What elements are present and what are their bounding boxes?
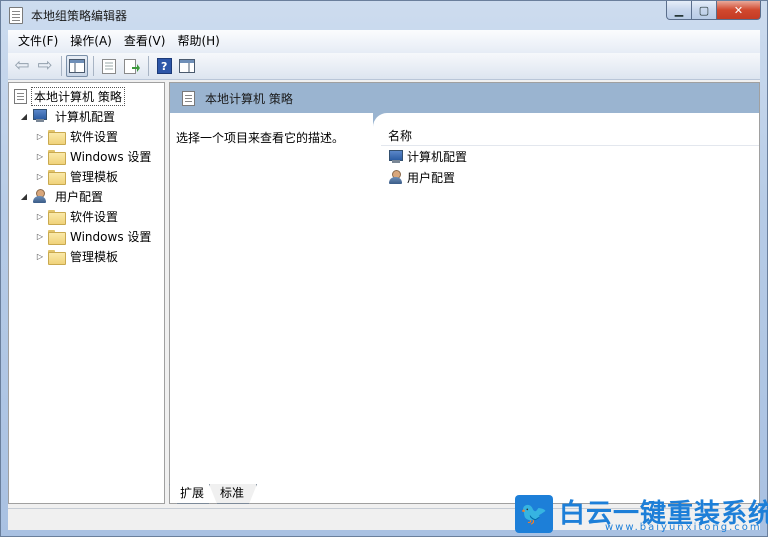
folder-icon (48, 169, 66, 185)
watermark: 🐦 白云一键重装系统 www.baiyunxitong.com (515, 495, 768, 535)
list-item-label: 用户配置 (407, 171, 456, 185)
export-list-icon (124, 58, 140, 74)
forward-arrow-icon: ⇨ (37, 55, 53, 76)
tree-node-admin-templates[interactable]: ▷ 管理模板 (35, 167, 120, 185)
title-bar[interactable]: 本地组策略编辑器 ▁ ▢ ✕ (1, 1, 767, 30)
computer-icon (32, 109, 49, 123)
help-button[interactable]: ? (153, 55, 175, 77)
tree-node-software-settings[interactable]: ▷ 软件设置 (35, 127, 120, 145)
tree-node-label: 用户配置 (55, 189, 104, 204)
toolbar-separator (61, 56, 62, 76)
toolbar-separator (93, 56, 94, 76)
menu-bar: 文件(F) 操作(A) 查看(V) 帮助(H) (8, 30, 760, 53)
tree-node-label: 计算机配置 (55, 109, 116, 124)
policy-document-icon (14, 88, 27, 104)
show-hide-console-tree-button[interactable] (66, 55, 88, 77)
view-tabs: 扩展 标准 (169, 484, 257, 506)
folder-icon (48, 229, 66, 245)
user-icon (32, 188, 49, 204)
description-text: 选择一个项目来查看它的描述。 (176, 131, 345, 145)
expand-triangle-icon[interactable]: ▷ (35, 212, 45, 221)
list-item[interactable]: 用户配置 (381, 167, 759, 188)
window-title: 本地组策略编辑器 (31, 9, 128, 23)
maximize-button[interactable]: ▢ (692, 1, 717, 20)
app-window: 本地组策略编辑器 ▁ ▢ ✕ 文件(F) 操作(A) 查看(V) 帮助(H) ⇦… (0, 0, 768, 537)
expand-triangle-icon[interactable]: ▷ (35, 252, 45, 261)
collapse-triangle-icon[interactable]: ◢ (19, 112, 29, 121)
minimize-button[interactable]: ▁ (666, 1, 692, 20)
back-arrow-icon: ⇦ (14, 55, 30, 76)
bird-logo-icon: 🐦 (515, 495, 553, 533)
collapse-triangle-icon[interactable]: ◢ (19, 192, 29, 201)
folder-icon (48, 129, 66, 145)
forward-button[interactable]: ⇨ (34, 55, 56, 77)
toolbar-separator (148, 56, 149, 76)
tree-node-label: Windows 设置 (70, 149, 152, 164)
properties-icon (102, 58, 116, 74)
result-pane-title: 本地计算机 策略 (205, 91, 293, 106)
tree-node-windows-settings[interactable]: ▷ Windows 设置 (35, 227, 153, 245)
tab-extended[interactable]: 扩展 (169, 484, 217, 504)
list-item-label: 计算机配置 (407, 150, 468, 164)
tree-node-admin-templates[interactable]: ▷ 管理模板 (35, 247, 120, 265)
tree-node-windows-settings[interactable]: ▷ Windows 设置 (35, 147, 153, 165)
caption-buttons: ▁ ▢ ✕ (666, 1, 761, 21)
svg-text:?: ? (161, 60, 167, 73)
expand-triangle-icon[interactable]: ▷ (35, 172, 45, 181)
menu-view[interactable]: 查看(V) (118, 30, 172, 53)
policy-document-icon (9, 7, 23, 24)
tree-node-software-settings[interactable]: ▷ 软件设置 (35, 207, 120, 225)
result-pane-header: 本地计算机 策略 (170, 83, 759, 113)
list-item[interactable]: 计算机配置 (381, 146, 759, 167)
tree-node-label: 软件设置 (70, 129, 119, 144)
tree-node-root[interactable]: 本地计算机 策略 (11, 86, 125, 106)
help-book-icon: ? (156, 58, 172, 74)
console-tree-icon (69, 59, 85, 73)
folder-icon (48, 149, 66, 165)
folder-icon (48, 249, 66, 265)
export-list-button[interactable] (121, 55, 143, 77)
tree-node-label: Windows 设置 (70, 229, 152, 244)
item-list: 名称 计算机配置 用户配置 (381, 125, 759, 188)
user-icon (388, 170, 405, 185)
tree-node-label: 本地计算机 策略 (31, 86, 125, 106)
client-area: 文件(F) 操作(A) 查看(V) 帮助(H) ⇦ ⇨ ? 本地计算机 策略 ◢… (8, 30, 760, 530)
toolbar: ⇦ ⇨ ? (8, 53, 760, 80)
expand-triangle-icon[interactable]: ▷ (35, 232, 45, 241)
tree-node-label: 管理模板 (70, 249, 119, 264)
menu-file[interactable]: 文件(F) (12, 30, 64, 53)
policy-document-icon (182, 90, 195, 106)
back-button[interactable]: ⇦ (11, 55, 33, 77)
expand-triangle-icon[interactable]: ▷ (35, 152, 45, 161)
tree-node-label: 管理模板 (70, 169, 119, 184)
tree-node-computer-config[interactable]: ◢ 计算机配置 (19, 107, 117, 125)
expand-triangle-icon[interactable]: ▷ (35, 132, 45, 141)
computer-icon (388, 149, 405, 164)
column-header-name[interactable]: 名称 (381, 125, 759, 146)
action-pane-icon (179, 59, 195, 73)
folder-icon (48, 209, 66, 225)
tree-node-user-config[interactable]: ◢ 用户配置 (19, 187, 105, 205)
close-button[interactable]: ✕ (717, 1, 761, 20)
console-tree: 本地计算机 策略 ◢ 计算机配置 ▷ 软件设置 ▷ Windows 设置 ▷ 管… (8, 82, 165, 504)
result-pane: 本地计算机 策略 选择一个项目来查看它的描述。 名称 计算机配置 用户配置 (169, 82, 760, 504)
menu-action[interactable]: 操作(A) (64, 30, 118, 53)
show-hide-action-pane-button[interactable] (176, 55, 198, 77)
menu-help[interactable]: 帮助(H) (171, 30, 225, 53)
watermark-url: www.baiyunxitong.com (605, 522, 762, 533)
properties-button[interactable] (98, 55, 120, 77)
tab-standard[interactable]: 标准 (209, 484, 257, 504)
tree-node-label: 软件设置 (70, 209, 119, 224)
